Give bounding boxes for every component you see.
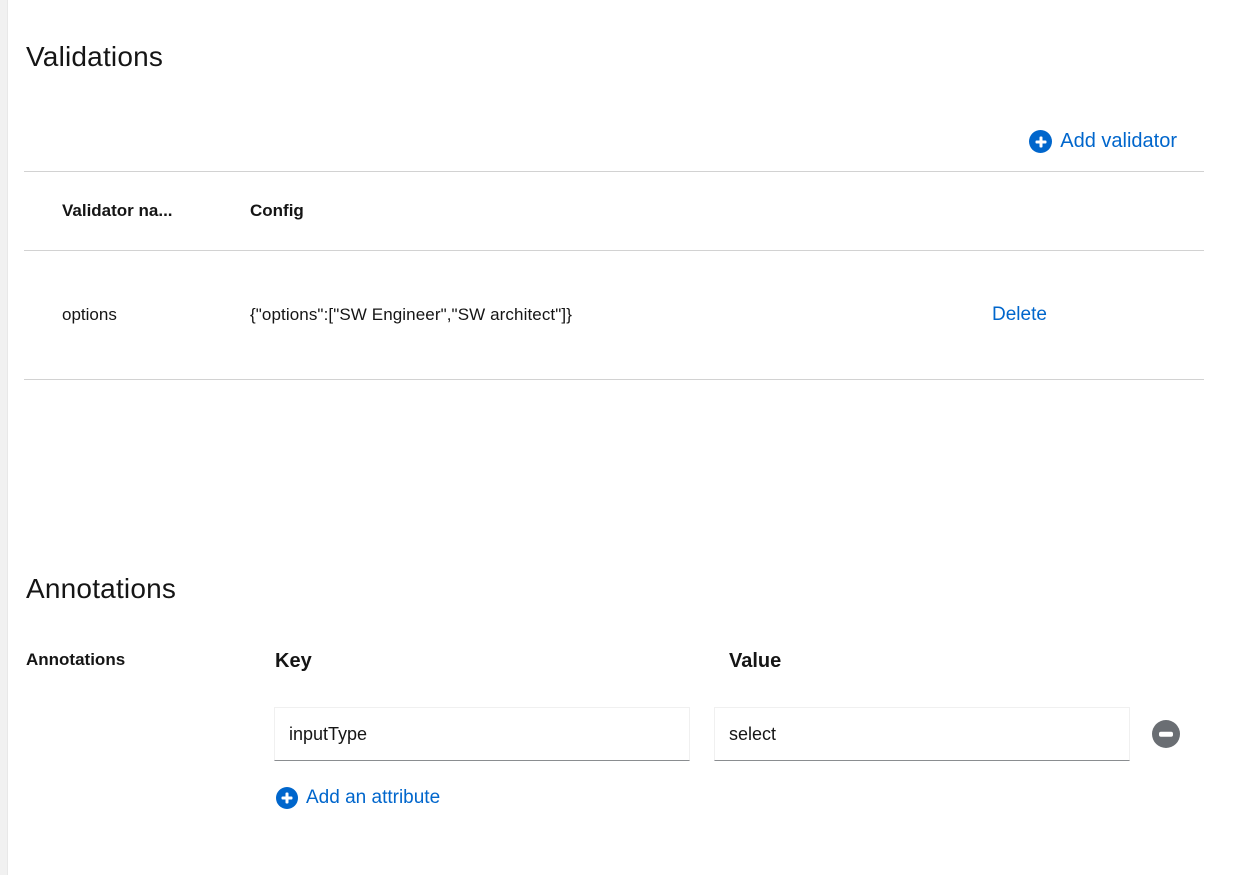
add-attribute-label: Add an attribute bbox=[306, 787, 440, 809]
plus-circle-icon bbox=[276, 787, 298, 809]
validators-table-header-row: Validator na... Config bbox=[24, 172, 1204, 251]
column-header-validator-name: Validator na... bbox=[62, 201, 250, 221]
annotations-section-title: Annotations bbox=[26, 572, 176, 606]
validators-table: Validator na... Config options {"options… bbox=[24, 171, 1204, 380]
add-validator-label: Add validator bbox=[1060, 130, 1177, 153]
table-row: options {"options":["SW Engineer","SW ar… bbox=[24, 251, 1204, 380]
key-column-header: Key bbox=[275, 650, 312, 673]
plus-circle-icon bbox=[1029, 130, 1052, 153]
annotation-key-input[interactable] bbox=[274, 707, 690, 761]
validator-config-cell: {"options":["SW Engineer","SW architect"… bbox=[250, 305, 992, 325]
annotations-group-label: Annotations bbox=[26, 650, 125, 670]
validator-name-cell: options bbox=[62, 305, 250, 325]
column-header-config: Config bbox=[250, 201, 992, 221]
delete-validator-button[interactable]: Delete bbox=[992, 304, 1047, 326]
add-attribute-button[interactable]: Add an attribute bbox=[276, 787, 440, 809]
add-validator-button[interactable]: Add validator bbox=[1029, 130, 1177, 153]
validations-section-title: Validations bbox=[26, 40, 163, 74]
remove-attribute-button minus-circle-icon[interactable] bbox=[1152, 720, 1180, 748]
page-left-gutter bbox=[0, 0, 8, 875]
value-column-header: Value bbox=[729, 650, 781, 673]
annotation-value-input[interactable] bbox=[714, 707, 1130, 761]
